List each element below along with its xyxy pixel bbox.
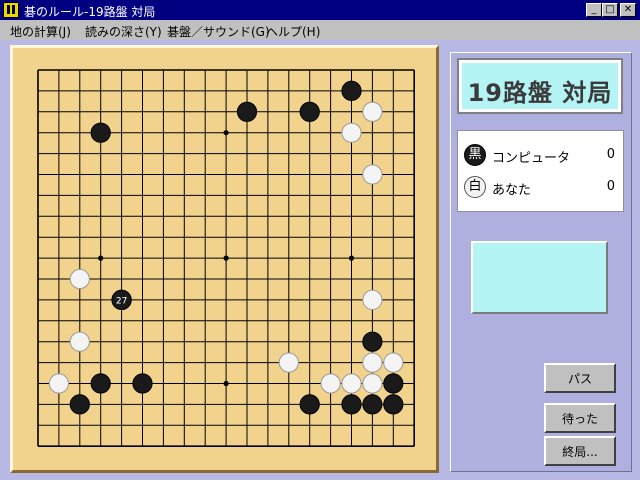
star-point: [98, 255, 104, 261]
game-title-box: 19路盤 対局: [457, 58, 623, 114]
black-stone: [236, 101, 258, 122]
menu-help[interactable]: ヘルプ(H): [266, 23, 320, 40]
star-point: [223, 130, 229, 136]
white-stone: [278, 352, 299, 373]
app-icon: [3, 2, 19, 18]
black-stone: [69, 394, 90, 415]
player-score-black: 0: [606, 147, 615, 162]
white-stone: [320, 373, 341, 394]
black-stone: [132, 373, 153, 394]
player-score-white: 0: [606, 179, 615, 194]
black-stone: [341, 394, 362, 415]
player-row-black: 黒 コンピュータ 0: [464, 144, 615, 168]
black-stone: [299, 101, 320, 122]
white-stone: [69, 331, 90, 352]
black-stone: [383, 373, 404, 394]
player-row-white: 白 あなた 0: [464, 176, 615, 200]
window-title: 碁のルール-19路盤 対局: [24, 5, 156, 19]
player-info-box: 黒 コンピュータ 0 白 あなた 0: [457, 130, 624, 212]
white-stone: [362, 289, 383, 310]
white-stone: [362, 352, 383, 373]
maximize-button[interactable]: □: [602, 3, 618, 17]
black-stone: [299, 394, 320, 415]
move-number: 27: [116, 296, 127, 306]
menu-depth[interactable]: 読みの深さ(Y): [85, 23, 162, 40]
menu-territory[interactable]: 地の計算(J): [10, 23, 71, 40]
pass-button[interactable]: パス: [544, 363, 616, 393]
white-stone: [69, 268, 90, 290]
board-canvas[interactable]: 27: [13, 48, 436, 470]
black-stone: [341, 80, 362, 102]
black-stone: [362, 394, 383, 415]
close-button[interactable]: ✕: [620, 3, 636, 17]
black-stone: [90, 122, 111, 143]
black-stone: [383, 394, 404, 415]
black-stone: [90, 373, 111, 394]
white-stone: [362, 164, 383, 185]
black-stone: [362, 331, 383, 352]
menu-board-sound[interactable]: 碁盤／サウンド(G): [167, 23, 270, 40]
star-point: [223, 255, 229, 261]
star-point: [223, 380, 229, 387]
menu-bar: 地の計算(J) 読みの深さ(Y) 碁盤／サウンド(G) ヘルプ(H): [0, 20, 640, 40]
minimize-button[interactable]: _: [586, 3, 602, 17]
white-stone: [362, 101, 383, 122]
player-name-white: あなた: [492, 183, 532, 198]
player-name-black: コンピュータ: [492, 151, 571, 166]
undo-button[interactable]: 待った: [544, 403, 616, 433]
white-stone: [341, 373, 362, 394]
black-stone-icon: 黒: [464, 144, 486, 166]
go-board[interactable]: 27: [10, 45, 439, 473]
white-stone: [383, 352, 404, 373]
white-stone: [341, 122, 362, 143]
game-title: 19路盤 対局: [467, 79, 613, 107]
white-stone: [48, 373, 70, 394]
white-stone: [362, 373, 383, 394]
white-stone-icon: 白: [464, 176, 486, 198]
end-game-button[interactable]: 終局...: [544, 436, 616, 466]
star-point: [348, 255, 355, 261]
message-box: [471, 241, 608, 314]
title-bar: 碁のルール-19路盤 対局 _ □ ✕: [0, 0, 640, 20]
